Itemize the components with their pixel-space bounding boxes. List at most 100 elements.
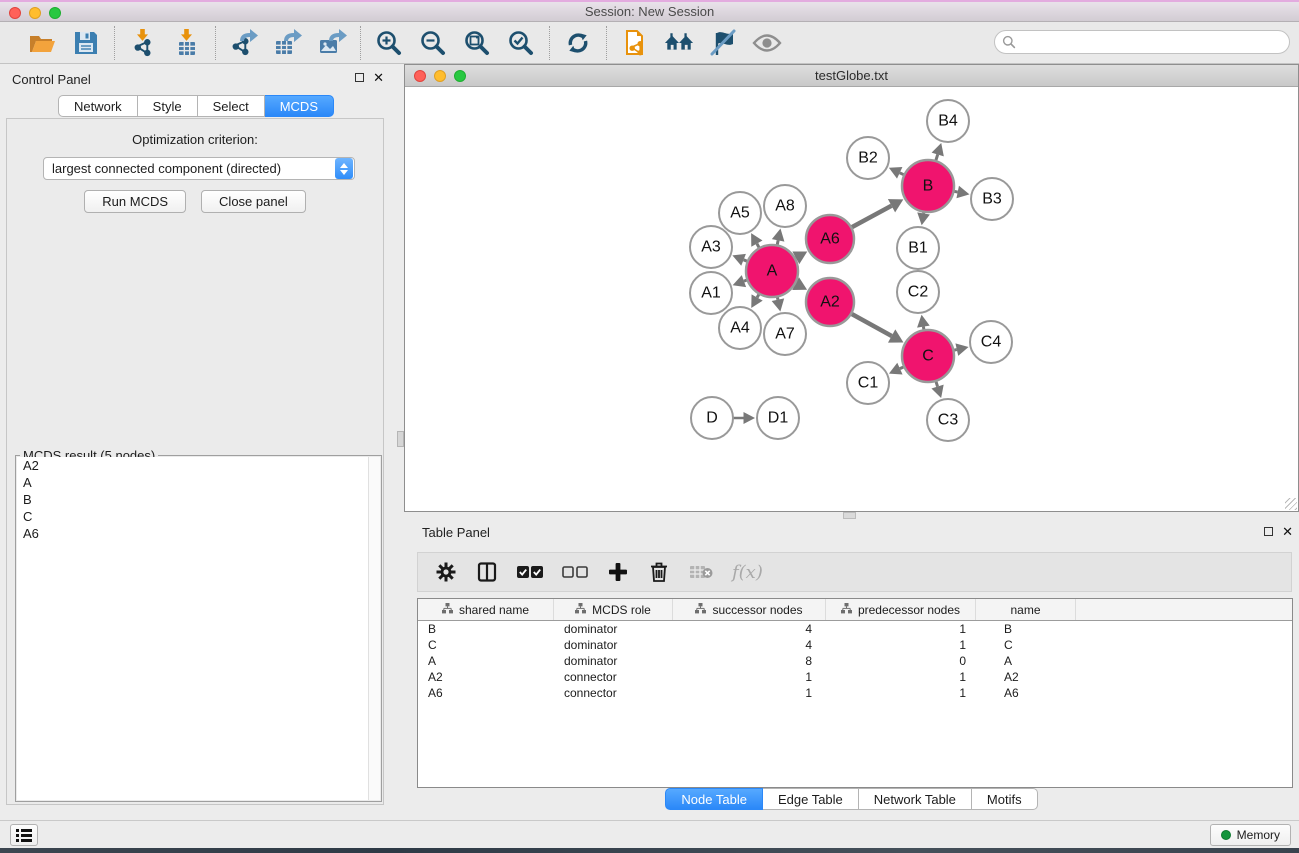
memory-button[interactable]: Memory (1210, 824, 1291, 846)
network-zoom-button[interactable] (454, 70, 466, 82)
table-cell[interactable]: A2 (418, 669, 554, 685)
table-float-panel-icon[interactable] (1264, 527, 1273, 536)
result-list-item[interactable]: A (17, 474, 380, 491)
network-window-titlebar[interactable]: testGlobe.txt (405, 65, 1298, 87)
table-cell[interactable]: A6 (418, 685, 554, 701)
table-cell[interactable]: A (976, 653, 1076, 669)
graph-node-B[interactable]: B (902, 160, 954, 212)
graph-node-D[interactable]: D (691, 397, 733, 439)
minimize-window-button[interactable] (29, 7, 41, 19)
import-table-icon[interactable] (172, 28, 202, 58)
graph-node-A2[interactable]: A2 (806, 278, 854, 326)
run-mcds-button[interactable]: Run MCDS (84, 190, 186, 213)
tab-mcds[interactable]: MCDS (265, 95, 334, 117)
table-cell[interactable]: connector (554, 685, 673, 701)
search-box[interactable] (994, 30, 1290, 54)
network-minimize-button[interactable] (434, 70, 446, 82)
select-all-icon[interactable] (517, 560, 543, 584)
graph-node-B2[interactable]: B2 (847, 137, 889, 179)
table-cell[interactable]: 4 (673, 621, 826, 637)
graph-node-A7[interactable]: A7 (764, 313, 806, 355)
table-cell[interactable]: 4 (673, 637, 826, 653)
table-cell[interactable]: 1 (826, 685, 976, 701)
table-cell[interactable]: C (418, 637, 554, 653)
optimization-criterion-dropdown[interactable]: largest connected component (directed) (43, 157, 355, 180)
table-row[interactable]: Cdominator41C (418, 637, 1292, 653)
horizontal-splitter-grip[interactable] (843, 512, 856, 519)
table-cell[interactable]: C (976, 637, 1076, 653)
export-image-icon[interactable] (317, 28, 347, 58)
table-cell[interactable]: 1 (826, 621, 976, 637)
zoom-out-icon[interactable] (418, 28, 448, 58)
table-cell[interactable]: dominator (554, 653, 673, 669)
table-cell[interactable]: 0 (826, 653, 976, 669)
graphics-details-icon[interactable] (708, 28, 738, 58)
close-panel-button[interactable]: Close panel (201, 190, 306, 213)
graph-node-A[interactable]: A (746, 245, 798, 297)
float-panel-icon[interactable] (355, 73, 364, 82)
tab-style[interactable]: Style (138, 95, 198, 117)
graph-node-C[interactable]: C (902, 330, 954, 382)
table-cell[interactable]: dominator (554, 621, 673, 637)
window-resize-grip[interactable] (1285, 498, 1297, 510)
table-cell[interactable]: 8 (673, 653, 826, 669)
search-input[interactable] (1016, 33, 1289, 51)
close-panel-icon[interactable]: ✕ (373, 72, 384, 83)
new-network-from-file-icon[interactable] (620, 28, 650, 58)
tab-network[interactable]: Network (58, 95, 138, 117)
column-header-successor-nodes[interactable]: successor nodes (673, 599, 826, 620)
table-row[interactable]: A2connector11A2 (418, 669, 1292, 685)
open-file-icon[interactable] (27, 28, 57, 58)
column-header-shared-name[interactable]: shared name (418, 599, 554, 620)
result-list-item[interactable]: A2 (17, 457, 380, 474)
tab-node-table[interactable]: Node Table (665, 788, 763, 810)
table-cell[interactable]: 1 (826, 669, 976, 685)
tab-motifs[interactable]: Motifs (972, 788, 1038, 810)
graph-node-B1[interactable]: B1 (897, 227, 939, 269)
result-list-scrollbar[interactable] (368, 457, 380, 800)
result-list-item[interactable]: B (17, 491, 380, 508)
eye-icon[interactable] (752, 28, 782, 58)
column-header-name[interactable]: name (976, 599, 1076, 620)
zoom-window-button[interactable] (49, 7, 61, 19)
tab-select[interactable]: Select (198, 95, 265, 117)
graph-node-C1[interactable]: C1 (847, 362, 889, 404)
tab-network-table[interactable]: Network Table (859, 788, 972, 810)
table-cell[interactable]: connector (554, 669, 673, 685)
delete-icon[interactable] (648, 560, 670, 584)
add-icon[interactable] (607, 560, 629, 584)
import-network-icon[interactable] (128, 28, 158, 58)
graph-node-A4[interactable]: A4 (719, 307, 761, 349)
column-icon[interactable] (476, 560, 498, 584)
table-cell[interactable]: A (418, 653, 554, 669)
zoom-selected-icon[interactable] (506, 28, 536, 58)
table-row[interactable]: Adominator80A (418, 653, 1292, 669)
column-header-mcds-role[interactable]: MCDS role (554, 599, 673, 620)
node-table[interactable]: shared nameMCDS rolesuccessor nodesprede… (417, 598, 1293, 788)
network-canvas[interactable]: B4B2BB3A8A5A6A3B1AC2A1A2A4A7C4CC1DD1C3 (405, 87, 1298, 511)
graph-node-A1[interactable]: A1 (690, 272, 732, 314)
result-list-item[interactable]: C (17, 508, 380, 525)
export-network-icon[interactable] (229, 28, 259, 58)
graph-node-C4[interactable]: C4 (970, 321, 1012, 363)
graph-node-B4[interactable]: B4 (927, 100, 969, 142)
graph-node-C2[interactable]: C2 (897, 271, 939, 313)
graph-node-A5[interactable]: A5 (719, 192, 761, 234)
graph-node-C3[interactable]: C3 (927, 399, 969, 441)
table-cell[interactable]: 1 (673, 669, 826, 685)
table-cell[interactable]: B (976, 621, 1076, 637)
graph-node-A8[interactable]: A8 (764, 185, 806, 227)
table-close-panel-icon[interactable]: ✕ (1282, 526, 1293, 537)
table-cell[interactable]: B (418, 621, 554, 637)
zoom-in-icon[interactable] (374, 28, 404, 58)
home-icon[interactable] (664, 28, 694, 58)
graph-node-A3[interactable]: A3 (690, 226, 732, 268)
settings-icon[interactable] (435, 560, 457, 584)
table-cell[interactable]: 1 (826, 637, 976, 653)
table-row[interactable]: A6connector11A6 (418, 685, 1292, 701)
show-panels-button[interactable] (10, 824, 38, 846)
close-window-button[interactable] (9, 7, 21, 19)
table-cell[interactable]: A2 (976, 669, 1076, 685)
network-close-button[interactable] (414, 70, 426, 82)
graph-node-D1[interactable]: D1 (757, 397, 799, 439)
